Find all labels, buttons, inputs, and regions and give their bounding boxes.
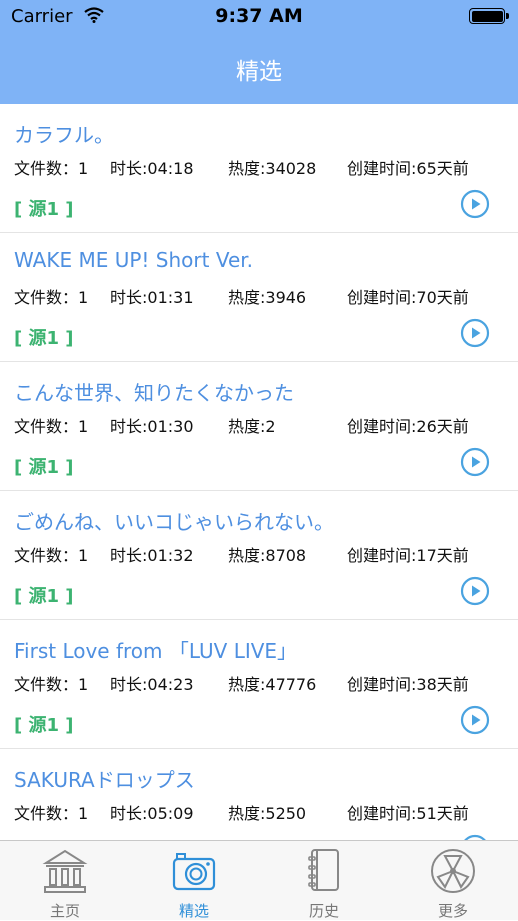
list-item[interactable]: カラフル。 文件数：1 时长:04:18 热度:34028 创建时间:65天前 … bbox=[0, 104, 518, 233]
file-count: 文件数：1 bbox=[14, 288, 89, 307]
tab-featured[interactable]: 精选 bbox=[129, 841, 259, 921]
page-title: 精选 bbox=[236, 59, 282, 85]
notebook-icon bbox=[308, 849, 339, 891]
created-time: 创建时间:17天前 bbox=[347, 546, 469, 565]
tab-label: 主页 bbox=[49, 902, 80, 920]
list-item[interactable]: First Love from 「LUV LIVE」 文件数：1 时长:04:2… bbox=[0, 620, 518, 749]
source-link[interactable]: [ 源1 ] bbox=[14, 324, 74, 350]
list-item[interactable]: SAKURAドロップス 文件数：1 时长:05:09 热度:5250 创建时间:… bbox=[0, 749, 518, 840]
file-count: 文件数：1 bbox=[14, 804, 89, 823]
source-link[interactable]: [ 源1 ] bbox=[14, 582, 74, 608]
play-icon[interactable] bbox=[460, 318, 490, 348]
tab-home[interactable]: 主页 bbox=[0, 841, 130, 921]
film-reel-icon bbox=[431, 849, 475, 893]
created-time: 创建时间:51天前 bbox=[347, 804, 469, 823]
heat: 热度:8708 bbox=[228, 546, 307, 565]
play-icon[interactable] bbox=[460, 447, 490, 477]
status-bar: Carrier 9:37 AM bbox=[0, 0, 518, 34]
camera-icon bbox=[172, 853, 216, 891]
created-time: 创建时间:26天前 bbox=[347, 417, 469, 436]
duration: 时长:05:09 bbox=[110, 804, 194, 823]
list-item[interactable]: ごめんね、いいコじゃいられない。 文件数：1 时长:01:32 热度:8708 … bbox=[0, 491, 518, 620]
source-link[interactable]: [ 源1 ] bbox=[14, 453, 74, 479]
item-title[interactable]: カラフル。 bbox=[14, 119, 114, 148]
heat: 热度:3946 bbox=[228, 288, 307, 307]
heat: 热度:5250 bbox=[228, 804, 307, 823]
item-title[interactable]: WAKE ME UP! Short Ver. bbox=[14, 248, 253, 272]
heat: 热度:34028 bbox=[228, 159, 317, 178]
heat: 热度:2 bbox=[228, 417, 276, 436]
list-item[interactable]: こんな世界、知りたくなかった 文件数：1 时长:01:30 热度:2 创建时间:… bbox=[0, 362, 518, 491]
featured-list[interactable]: カラフル。 文件数：1 时长:04:18 热度:34028 创建时间:65天前 … bbox=[0, 104, 518, 840]
file-count: 文件数：1 bbox=[14, 159, 89, 178]
duration: 时长:01:30 bbox=[110, 417, 194, 436]
created-time: 创建时间:38天前 bbox=[347, 675, 469, 694]
item-title[interactable]: こんな世界、知りたくなかった bbox=[14, 377, 294, 406]
tab-more[interactable]: 更多 bbox=[388, 841, 518, 921]
created-time: 创建时间:65天前 bbox=[347, 159, 469, 178]
list-item[interactable]: WAKE ME UP! Short Ver. 文件数：1 时长:01:31 热度… bbox=[0, 233, 518, 362]
file-count: 文件数：1 bbox=[14, 546, 89, 565]
item-title[interactable]: First Love from 「LUV LIVE」 bbox=[14, 635, 297, 664]
museum-icon bbox=[42, 849, 88, 893]
source-link[interactable]: [ 源1 ] bbox=[14, 711, 74, 737]
created-time: 创建时间:70天前 bbox=[347, 288, 469, 307]
duration: 时长:04:18 bbox=[110, 159, 194, 178]
tab-bar: 主页 精选 历史 更多 bbox=[0, 840, 518, 920]
play-icon[interactable] bbox=[460, 705, 490, 735]
item-title[interactable]: SAKURAドロップス bbox=[14, 764, 195, 793]
file-count: 文件数：1 bbox=[14, 417, 89, 436]
duration: 时长:01:31 bbox=[110, 288, 194, 307]
source-link[interactable]: [ 源1 ] bbox=[14, 195, 74, 221]
battery-icon bbox=[469, 8, 509, 24]
header: Carrier 9:37 AM 精选 bbox=[0, 0, 518, 104]
play-icon[interactable] bbox=[460, 189, 490, 219]
duration: 时长:04:23 bbox=[110, 675, 194, 694]
tab-label: 精选 bbox=[178, 902, 209, 920]
duration: 时长:01:32 bbox=[110, 546, 194, 565]
tab-label: 历史 bbox=[308, 902, 339, 920]
file-count: 文件数：1 bbox=[14, 675, 89, 694]
play-icon[interactable] bbox=[460, 576, 490, 606]
item-title[interactable]: ごめんね、いいコじゃいられない。 bbox=[14, 506, 334, 535]
tab-history[interactable]: 历史 bbox=[259, 841, 389, 921]
status-time: 9:37 AM bbox=[215, 5, 303, 27]
tab-label: 更多 bbox=[437, 902, 468, 920]
heat: 热度:47776 bbox=[228, 675, 317, 694]
